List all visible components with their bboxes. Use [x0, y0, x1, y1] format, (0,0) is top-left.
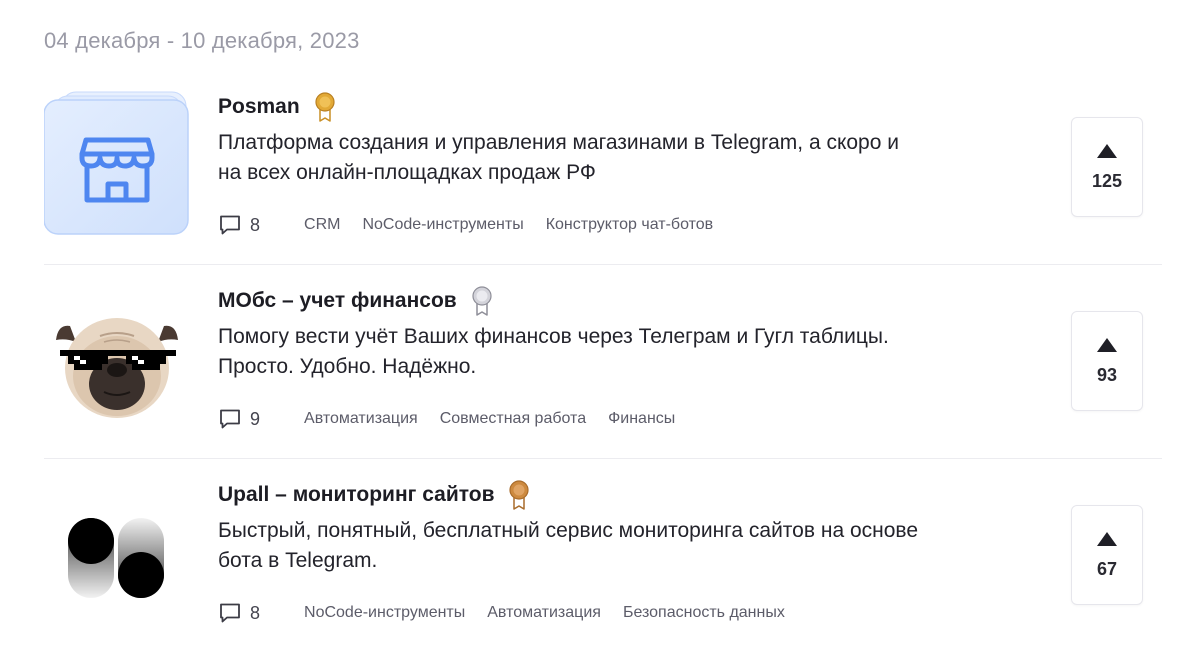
upvote-button[interactable]: 125: [1071, 117, 1143, 217]
description-line: Быстрый, понятный, бесплатный сервис мон…: [218, 519, 919, 542]
product-card[interactable]: МОбс – учет финансов Помогу вести учёт В…: [44, 276, 1162, 470]
description-line: Помогу вести учёт Ваших финансов через Т…: [218, 325, 889, 348]
tag-link[interactable]: NoCode-инструменты: [304, 604, 465, 622]
comments-count: 8: [250, 214, 261, 235]
product-title-row: Posman: [218, 92, 336, 122]
medal-icon: [509, 480, 530, 510]
date-range-heading: 04 декабря - 10 декабря, 2023: [44, 28, 360, 53]
comment-icon: [220, 603, 240, 623]
product-card[interactable]: Posman Платформа создания и управления м…: [43, 82, 1162, 276]
upvote-button[interactable]: 67: [1071, 505, 1143, 605]
description-line: бота в Telegram.: [218, 549, 378, 572]
tag-link[interactable]: Автоматизация: [304, 410, 418, 428]
product-title-row: МОбс – учет финансов: [218, 286, 493, 316]
storefront-icon: [43, 91, 189, 235]
product-meta: 8 CRM NoCode-инструменты Конструктор чат…: [218, 212, 735, 238]
product-thumbnail[interactable]: [44, 284, 190, 430]
product-meta: 9 Автоматизация Совместная работа Финанс…: [218, 406, 697, 432]
product-thumbnail[interactable]: [44, 478, 190, 624]
product-description: Помогу вести учёт Ваших финансов через Т…: [218, 322, 1048, 382]
tag-link[interactable]: Автоматизация: [487, 604, 601, 622]
product-description: Быстрый, понятный, бесплатный сервис мон…: [218, 516, 1048, 576]
divider: [44, 458, 1162, 459]
tag-link[interactable]: Финансы: [608, 410, 675, 428]
tag-link[interactable]: Совместная работа: [440, 410, 586, 428]
comments-link[interactable]: 9: [218, 408, 260, 430]
upvote-arrow-icon: [1097, 143, 1117, 158]
product-description: Платформа создания и управления магазина…: [218, 128, 1048, 188]
product-title-row: Upall – мониторинг сайтов: [218, 480, 530, 510]
product-meta: 8 NoCode-инструменты Автоматизация Безоп…: [218, 600, 807, 626]
description-line: на всех онлайн-площадках продаж РФ: [218, 161, 596, 184]
product-title[interactable]: Upall – мониторинг сайтов: [218, 483, 494, 507]
product-title[interactable]: Posman: [218, 95, 300, 119]
medal-icon: [315, 92, 335, 122]
comments-count: 9: [250, 408, 261, 429]
comments-link[interactable]: 8: [218, 214, 260, 236]
tag-link[interactable]: CRM: [304, 216, 340, 234]
comment-icon: [220, 215, 240, 235]
description-line: Просто. Удобно. Надёжно.: [218, 355, 477, 378]
product-card[interactable]: Upall – мониторинг сайтов Быстрый, понят…: [44, 470, 1162, 664]
divider: [44, 264, 1162, 265]
pug-sunglasses-image: [44, 284, 190, 430]
product-thumbnail[interactable]: [43, 90, 190, 236]
upvote-arrow-icon: [1097, 531, 1117, 546]
comment-icon: [220, 409, 240, 429]
medal-icon: [472, 286, 492, 316]
tag-link[interactable]: Безопасность данных: [623, 604, 785, 622]
vote-count: 67: [1096, 558, 1118, 579]
vote-count: 125: [1091, 170, 1123, 191]
upall-logo: [44, 478, 190, 624]
tag-link[interactable]: Конструктор чат-ботов: [546, 216, 713, 234]
description-line: Платформа создания и управления магазина…: [218, 131, 899, 154]
upvote-button[interactable]: 93: [1071, 311, 1143, 411]
product-title[interactable]: МОбс – учет финансов: [218, 289, 457, 313]
vote-count: 93: [1096, 364, 1118, 385]
upvote-arrow-icon: [1097, 337, 1117, 352]
comments-link[interactable]: 8: [218, 602, 260, 624]
tag-link[interactable]: NoCode-инструменты: [362, 216, 523, 234]
comments-count: 8: [250, 602, 261, 623]
